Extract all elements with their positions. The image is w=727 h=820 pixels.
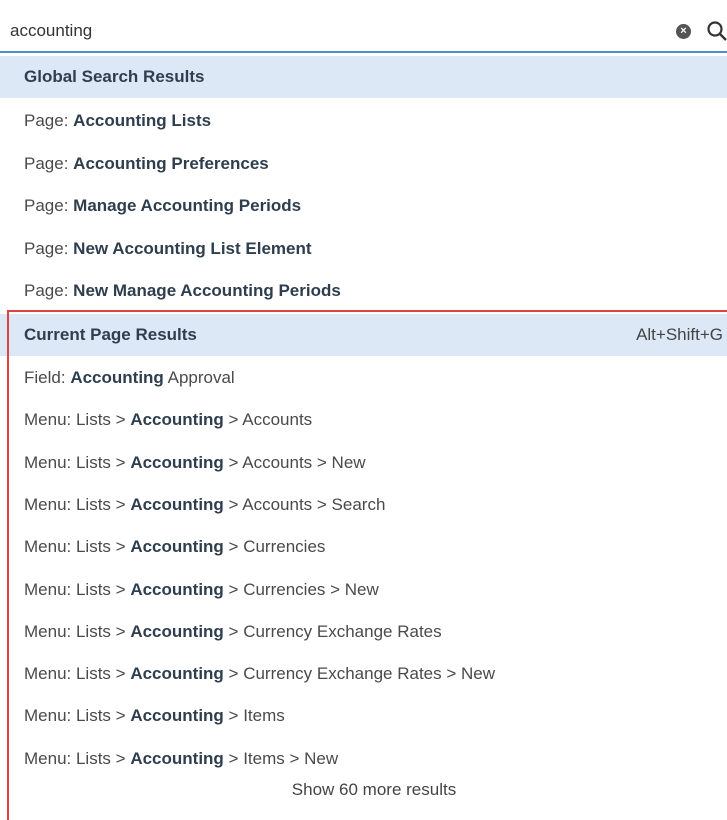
current-page-results-header-label: Current Page Results [24, 325, 197, 344]
current-page-result-item[interactable]: Menu: Lists > Accounting > Currencies [0, 526, 727, 568]
result-match-term: Accounting Lists [73, 111, 212, 130]
search-bar[interactable]: accounting × [0, 0, 727, 53]
global-results-header-label: Global Search Results [24, 67, 205, 86]
global-result-item[interactable]: Page: New Manage Accounting Periods [0, 270, 727, 312]
current-page-result-item[interactable]: Field: Accounting Approval [0, 357, 727, 399]
result-rest: Approval [167, 368, 235, 387]
current-page-result-item[interactable]: Menu: Lists > Accounting > Currency Exch… [0, 611, 727, 653]
result-prefix: Menu: Lists > [24, 579, 126, 599]
current-page-result-item[interactable]: Menu: Lists > Accounting > Currencies > … [0, 569, 727, 611]
result-prefix: Page: [24, 238, 69, 258]
current-page-results-header: Current Page Results Alt+Shift+G [0, 314, 727, 356]
result-prefix: Menu: Lists > [24, 494, 126, 514]
result-match-term: Accounting [130, 748, 224, 768]
result-prefix: Menu: Lists > [24, 537, 126, 557]
result-prefix: Menu: Lists > [24, 664, 126, 684]
result-match-term: Accounting [130, 494, 224, 514]
clear-icon[interactable]: × [676, 24, 691, 39]
result-match-term: Accounting [130, 664, 224, 684]
result-match-term: Manage Accounting Periods [73, 196, 302, 215]
result-rest: > Currencies > New [228, 579, 379, 599]
result-rest: > Currency Exchange Rates > New [228, 664, 496, 684]
global-result-item[interactable]: Page: New Accounting List Element [0, 228, 727, 270]
result-rest: > Currency Exchange Rates [228, 621, 442, 641]
result-rest: > Items [228, 706, 285, 726]
result-match-term: Accounting Preferences [73, 153, 269, 173]
result-rest: > Items > New [228, 748, 339, 768]
global-results-header: Global Search Results [0, 56, 727, 98]
global-result-item[interactable]: Page: Accounting Lists [0, 100, 727, 142]
result-rest: > Accounts > Search [228, 494, 386, 514]
current-page-result-item[interactable]: Menu: Lists > Accounting > Currency Exch… [0, 653, 727, 695]
result-match-term: Accounting [130, 579, 224, 599]
current-page-result-item[interactable]: Menu: Lists > Accounting > Items > New [0, 738, 727, 780]
result-match-term: New Manage Accounting Periods [73, 281, 341, 300]
result-prefix: Menu: Lists > [24, 706, 126, 726]
result-match-term: Accounting [130, 621, 224, 641]
global-result-item[interactable]: Page: Manage Accounting Periods [0, 185, 727, 227]
result-match-term: Accounting [130, 452, 224, 472]
keyboard-shortcut: Alt+Shift+G [636, 325, 723, 344]
result-prefix: Page: [24, 111, 69, 130]
result-match-term: Accounting [130, 410, 224, 430]
result-prefix: Menu: Lists > [24, 452, 126, 472]
result-match-term: Accounting [130, 706, 224, 726]
result-prefix: Page: [24, 196, 69, 215]
result-rest: > Accounts [228, 410, 313, 430]
current-page-result-item[interactable]: Menu: Lists > Accounting > Accounts > Ne… [0, 442, 727, 484]
result-prefix: Page: [24, 153, 69, 173]
result-prefix: Field: [24, 368, 66, 387]
result-prefix: Menu: Lists > [24, 410, 126, 430]
search-input[interactable]: accounting [10, 21, 92, 41]
current-page-result-item[interactable]: Menu: Lists > Accounting > Accounts [0, 399, 727, 441]
global-result-item[interactable]: Page: Accounting Preferences [0, 143, 727, 185]
show-more-results-link[interactable]: Show 60 more results [0, 780, 727, 800]
result-match-term: Accounting [70, 368, 164, 387]
result-prefix: Page: [24, 281, 69, 300]
current-page-result-item[interactable]: Menu: Lists > Accounting > Items [0, 695, 727, 737]
result-match-term: Accounting [130, 537, 224, 557]
result-match-term: New Accounting List Element [73, 238, 312, 258]
result-rest: > Accounts > New [228, 452, 366, 472]
current-page-result-item[interactable]: Menu: Lists > Accounting > Accounts > Se… [0, 484, 727, 526]
result-rest: > Currencies [228, 537, 326, 557]
result-prefix: Menu: Lists > [24, 621, 126, 641]
search-icon[interactable] [706, 20, 727, 42]
result-prefix: Menu: Lists > [24, 748, 126, 768]
